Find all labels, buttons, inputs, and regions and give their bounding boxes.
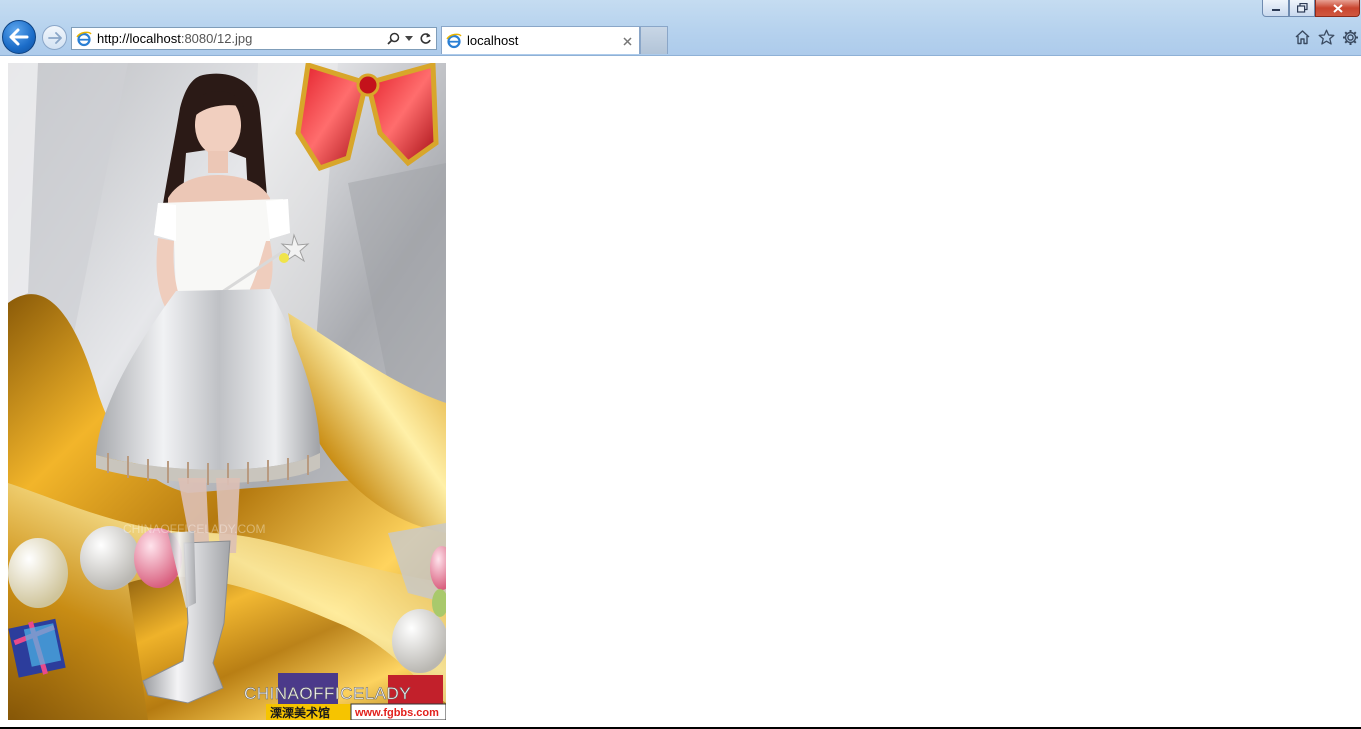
url-path: :8080/12.jpg	[180, 31, 253, 46]
minimize-icon	[1271, 9, 1280, 11]
displayed-photo: CHINAOFFICELADY.COM CHINAOFFICELADY 溧溧美术…	[8, 63, 446, 720]
toolbar-right	[1293, 28, 1359, 46]
browser-window: http://localhost:8080/12.jpg localhost C…	[0, 0, 1361, 729]
close-button[interactable]	[1315, 0, 1360, 17]
favorites-button[interactable]	[1317, 28, 1335, 46]
ie-tab-icon	[446, 33, 462, 48]
restore-icon	[1296, 3, 1308, 13]
address-dropdown-button[interactable]	[401, 30, 417, 48]
ie-page-icon	[76, 31, 92, 46]
close-icon	[622, 36, 632, 46]
minimize-button[interactable]	[1262, 0, 1289, 17]
star-icon	[1318, 29, 1334, 45]
url-input[interactable]: http://localhost:8080/12.jpg	[97, 31, 385, 46]
new-tab-button[interactable]	[640, 26, 668, 54]
dropdown-icon	[405, 35, 413, 41]
settings-button[interactable]	[1341, 28, 1359, 46]
refresh-button[interactable]	[417, 30, 433, 48]
window-controls	[1262, 0, 1360, 18]
browser-chrome: http://localhost:8080/12.jpg localhost	[0, 0, 1361, 56]
forward-arrow-icon	[47, 31, 62, 44]
search-icon	[386, 32, 399, 45]
watermark-site-name: 溧溧美术馆	[270, 705, 330, 720]
gear-icon	[1342, 29, 1358, 45]
photo-illustration: CHINAOFFICELADY.COM CHINAOFFICELADY 溧溧美术…	[8, 63, 446, 720]
watermark-url: www.fgbbs.com	[354, 707, 439, 719]
tab-close-button[interactable]	[620, 33, 634, 49]
tab-localhost[interactable]: localhost	[441, 26, 640, 54]
tab-label: localhost	[467, 33, 519, 48]
restore-button[interactable]	[1289, 0, 1315, 17]
page-content: CHINAOFFICELADY.COM CHINAOFFICELADY 溧溧美术…	[0, 56, 1361, 729]
search-button[interactable]	[385, 30, 401, 48]
url-host: http://localhost	[97, 31, 181, 46]
home-button[interactable]	[1293, 28, 1311, 46]
forward-button[interactable]	[42, 25, 67, 50]
watermark-brand: CHINAOFFICELADY	[244, 684, 411, 703]
refresh-icon	[419, 33, 431, 44]
back-button[interactable]	[2, 20, 36, 54]
close-icon	[1332, 3, 1343, 13]
back-arrow-icon	[9, 28, 29, 46]
home-icon	[1295, 30, 1309, 45]
address-bar[interactable]: http://localhost:8080/12.jpg	[71, 27, 437, 50]
svg-text:CHINAOFFICELADY.COM: CHINAOFFICELADY.COM	[123, 522, 265, 536]
